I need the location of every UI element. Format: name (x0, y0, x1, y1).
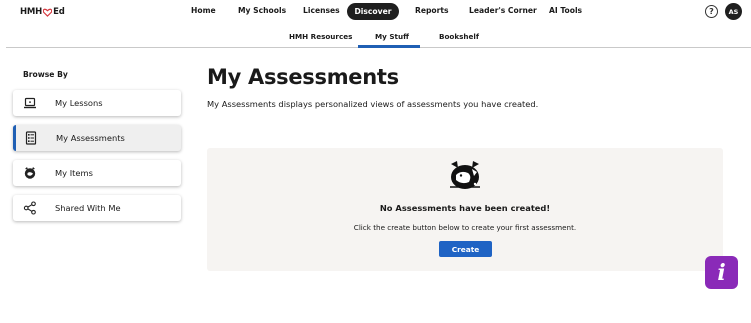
empty-state-title: No Assessments have been created! (379, 203, 551, 213)
sidebar-item-label: Shared With Me (55, 203, 121, 213)
heart-logo-icon (43, 8, 53, 17)
checklist-icon (25, 131, 37, 145)
hmh-ed-logo[interactable]: HMH Ed (20, 6, 65, 18)
top-navigation: HMH Ed Home My Schools Licenses Discover… (0, 0, 751, 24)
subnav-my-stuff[interactable]: My Stuff (375, 32, 409, 41)
nav-home[interactable]: Home (191, 6, 216, 15)
browse-by-heading: Browse By (23, 70, 68, 79)
page-description: My Assessments displays personalized vie… (207, 99, 539, 109)
logo-suffix: Ed (53, 7, 65, 17)
sidebar-item-my-assessments[interactable]: My Assessments (13, 125, 181, 151)
user-avatar[interactable]: AS (725, 3, 742, 20)
logo-prefix: HMH (20, 7, 43, 17)
subnav-hmh-resources[interactable]: HMH Resources (289, 32, 352, 41)
sidebar-item-shared-with-me[interactable]: Shared With Me (13, 195, 181, 221)
empty-state-panel: No Assessments have been created! Click … (207, 148, 723, 271)
sidebar-item-label: My Lessons (55, 98, 103, 108)
cat-illustration-icon (450, 161, 480, 189)
empty-state-message: Click the create button below to create … (353, 223, 577, 232)
sidebar-item-my-lessons[interactable]: My Lessons (13, 90, 181, 116)
subnav-bookshelf[interactable]: Bookshelf (439, 32, 479, 41)
nav-my-schools[interactable]: My Schools (238, 6, 286, 15)
create-button[interactable]: Create (439, 241, 492, 257)
nav-licenses[interactable]: Licenses (303, 6, 340, 15)
share-icon (23, 201, 36, 215)
sidebar-item-label: My Assessments (56, 133, 125, 143)
items-icon (24, 167, 36, 179)
subnav-active-indicator (358, 45, 420, 48)
nav-leaders-corner[interactable]: Leader's Corner (469, 6, 537, 15)
nav-reports[interactable]: Reports (415, 6, 449, 15)
laptop-icon (24, 97, 36, 109)
help-icon[interactable]: ? (705, 5, 718, 18)
nav-ai-tools[interactable]: AI Tools (549, 6, 582, 15)
sidebar-item-label: My Items (55, 168, 93, 178)
info-icon: i (717, 259, 726, 286)
nav-discover[interactable]: Discover (347, 3, 399, 20)
sidebar-item-my-items[interactable]: My Items (13, 160, 181, 186)
page-title: My Assessments (207, 65, 399, 89)
info-button[interactable]: i (705, 256, 738, 289)
